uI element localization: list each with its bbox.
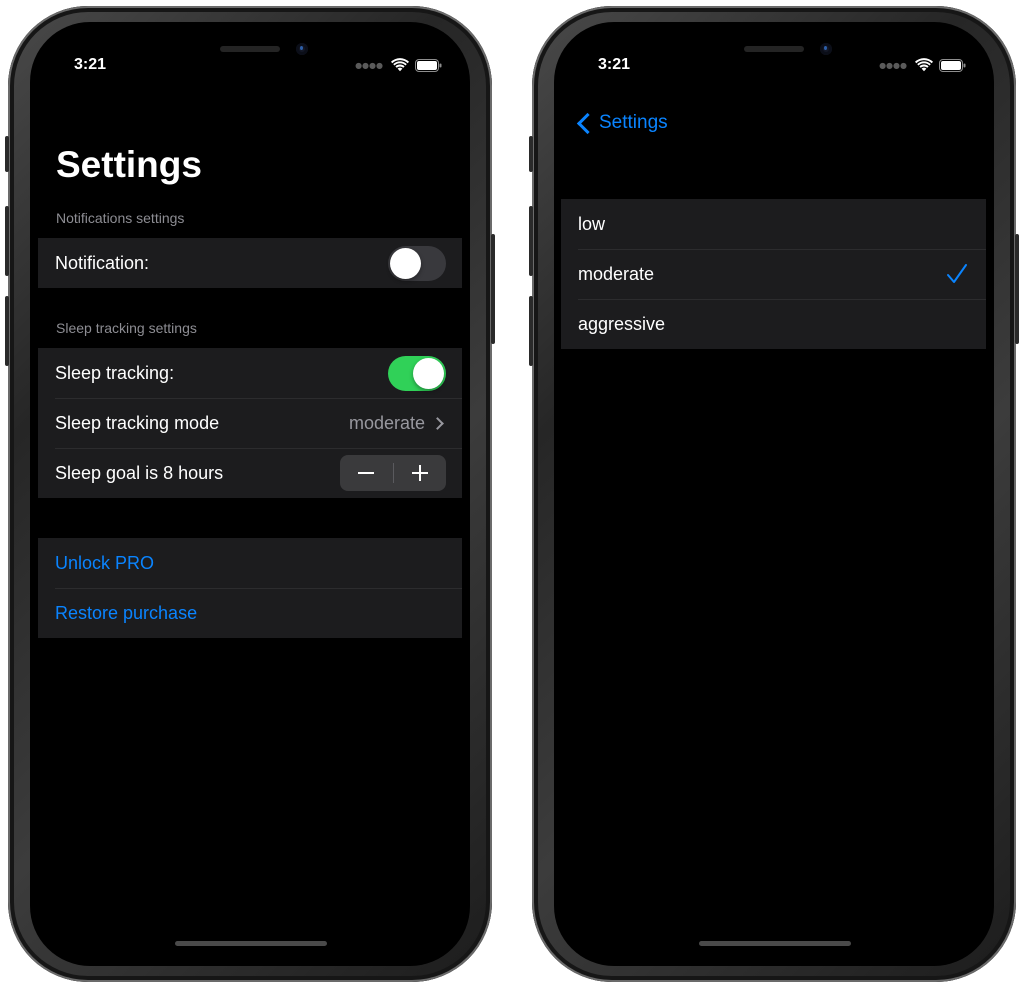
chevron-right-icon [431, 416, 444, 430]
phone-frame-right: 3:21 ●●●● Settings low moderate aggressi… [529, 6, 1019, 982]
volume-up-button [5, 206, 9, 276]
sleep-goal-label: Sleep goal is 8 hours [55, 462, 224, 483]
option-moderate[interactable]: moderate [561, 249, 986, 299]
volume-up-button [529, 206, 533, 276]
back-button-label: Settings [599, 112, 668, 133]
sleep-tracking-group: Sleep tracking: Sleep tracking mode mode… [38, 348, 462, 498]
unlock-pro-button[interactable]: Unlock PRO [55, 553, 446, 574]
option-aggressive[interactable]: aggressive [561, 299, 986, 349]
status-icons: ●●●● [355, 58, 442, 72]
stepper-decrement-button[interactable] [340, 455, 393, 491]
volume-down-button [5, 296, 9, 366]
sleep-tracking-label: Sleep tracking: [55, 362, 175, 383]
restore-purchase-row[interactable]: Restore purchase [38, 588, 462, 638]
sleep-tracking-mode-row[interactable]: Sleep tracking mode moderate [38, 398, 462, 448]
power-button [491, 234, 495, 344]
tracking-mode-screen: 3:21 ●●●● Settings low moderate aggressi… [554, 22, 994, 966]
front-camera [820, 43, 832, 55]
sleep-goal-row: Sleep goal is 8 hours [38, 448, 462, 498]
cellular-signal-icon: ●●●● [355, 60, 383, 70]
status-icons: ●●●● [879, 58, 966, 72]
volume-down-button [529, 296, 533, 366]
option-label: low [578, 213, 606, 234]
notifications-section-header: Notifications settings [56, 210, 185, 226]
settings-screen: 3:21 ●●●● Settings Notifications setting… [30, 22, 470, 966]
wifi-icon [391, 58, 409, 72]
cellular-signal-icon: ●●●● [879, 60, 907, 70]
page-title: Settings [56, 144, 202, 185]
plus-icon-vertical [418, 465, 421, 481]
checkmark-icon [947, 264, 967, 283]
toggle-knob [413, 357, 444, 389]
sleep-goal-stepper [340, 455, 446, 491]
home-indicator[interactable] [699, 941, 851, 946]
purchase-group: Unlock PRO Restore purchase [38, 538, 462, 638]
sleep-tracking-mode-label: Sleep tracking mode [55, 412, 220, 433]
minus-icon [358, 472, 375, 474]
unlock-pro-row[interactable]: Unlock PRO [38, 538, 462, 588]
front-camera [296, 43, 308, 55]
option-low[interactable]: low [561, 199, 986, 249]
phone-frame-left: 3:21 ●●●● Settings Notifications setting… [5, 6, 495, 982]
back-button[interactable]: Settings [572, 112, 668, 134]
option-label: moderate [578, 263, 655, 284]
battery-icon [415, 58, 442, 72]
toggle-knob [390, 247, 421, 279]
stepper-increment-button[interactable] [394, 455, 447, 491]
earpiece-speaker [744, 46, 804, 52]
mute-switch [529, 136, 533, 172]
notification-row: Notification: [38, 238, 462, 288]
restore-purchase-button[interactable]: Restore purchase [55, 603, 446, 624]
battery-icon [939, 58, 966, 72]
chevron-left-icon [576, 112, 599, 134]
home-indicator[interactable] [175, 941, 327, 946]
sleep-tracking-row: Sleep tracking: [38, 348, 462, 398]
mute-switch [5, 136, 9, 172]
wifi-icon [915, 58, 933, 72]
status-time: 3:21 [74, 56, 107, 73]
status-time: 3:21 [598, 56, 631, 73]
notification-toggle[interactable] [388, 245, 446, 281]
earpiece-speaker [220, 46, 280, 52]
sleep-tracking-mode-value: moderate [348, 412, 425, 433]
option-label: aggressive [578, 313, 666, 334]
tracking-mode-options: low moderate aggressive [561, 199, 986, 349]
power-button [1015, 234, 1019, 344]
sleep-section-header: Sleep tracking settings [56, 320, 197, 336]
notifications-group: Notification: [38, 238, 462, 288]
notification-label: Notification: [55, 252, 150, 273]
sleep-tracking-toggle[interactable] [388, 355, 446, 391]
